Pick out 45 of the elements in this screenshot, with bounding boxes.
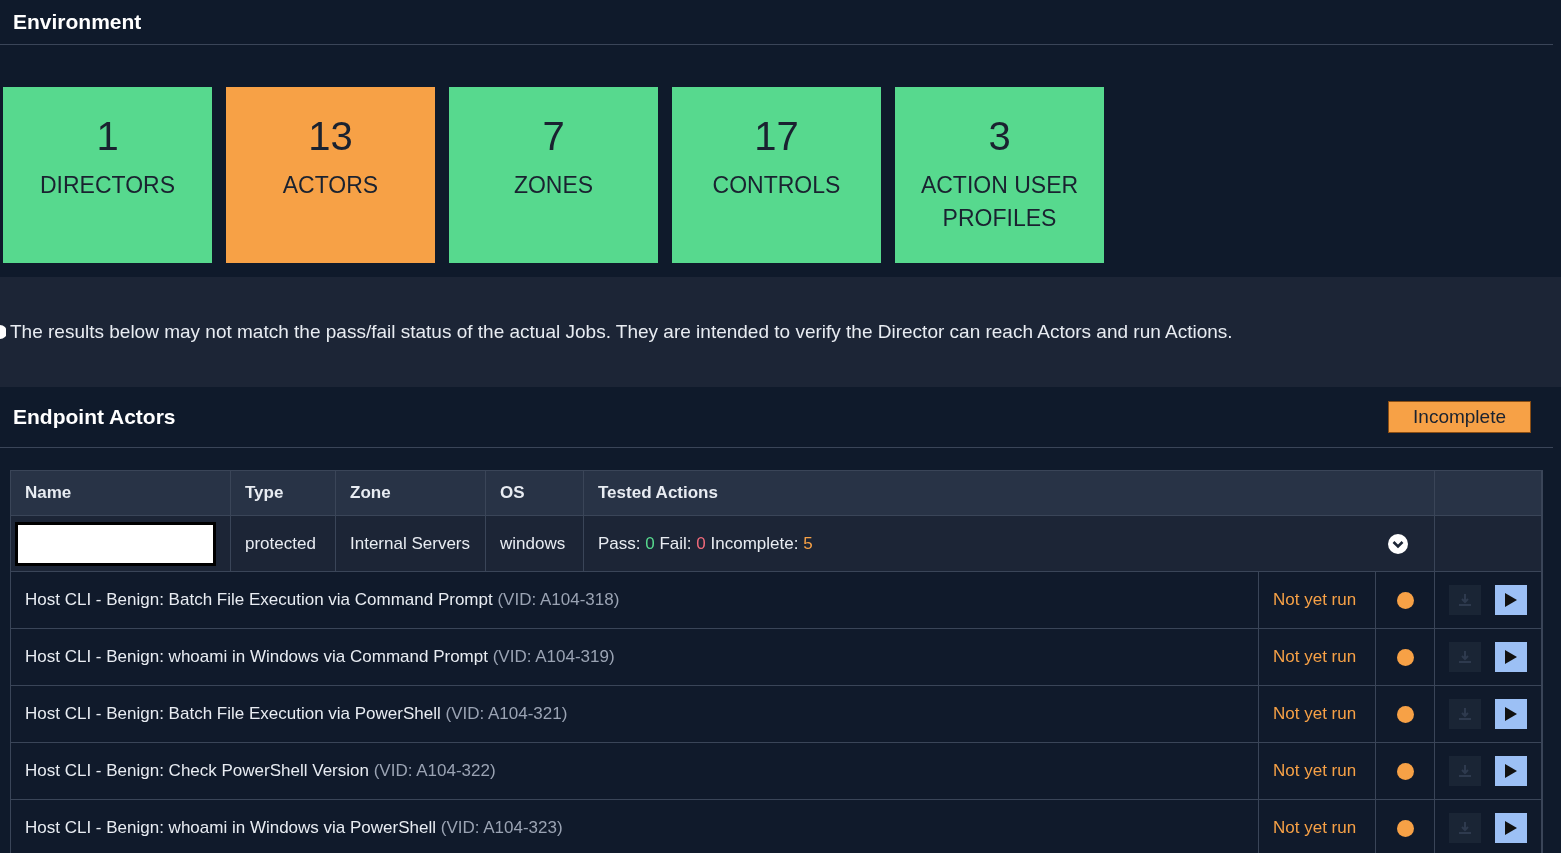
- play-icon: [1504, 820, 1518, 836]
- stat-tile[interactable]: 17 CONTROLS: [672, 87, 881, 263]
- play-button[interactable]: [1495, 756, 1527, 786]
- action-name: Host CLI - Benign: Check PowerShell Version (VID: A104-322): [25, 761, 496, 781]
- download-icon: [1458, 650, 1472, 664]
- status-text: Not yet run: [1273, 761, 1357, 781]
- download-icon: [1458, 821, 1472, 835]
- play-icon: [1504, 763, 1518, 779]
- section-title: Environment: [13, 10, 142, 34]
- info-icon: [0, 325, 6, 339]
- status-text: Not yet run: [1273, 647, 1357, 667]
- table-cell: Internal Servers: [350, 533, 470, 554]
- stat-tile[interactable]: 1 DIRECTORS: [3, 87, 212, 263]
- column-header: Type: [245, 483, 284, 503]
- chevron-down-icon[interactable]: [1388, 533, 1408, 554]
- play-button[interactable]: [1495, 642, 1527, 672]
- download-icon: [1458, 764, 1472, 778]
- play-button[interactable]: [1495, 585, 1527, 615]
- stat-tile[interactable]: 3 ACTION USER PROFILES: [895, 87, 1104, 263]
- notice-text: The results below may not match the pass/fail status of the actual Jobs. They are intended to verify the Director can reach Actors and run Actions.: [10, 321, 1233, 343]
- download-icon: [1458, 593, 1472, 607]
- section-title: Endpoint Actors: [13, 405, 176, 429]
- test-summary: Pass: 0 Fail: 0 Incomplete: 5: [598, 533, 813, 554]
- table-cell: protected: [245, 533, 316, 554]
- play-icon: [1504, 592, 1518, 608]
- column-header: OS: [500, 483, 525, 503]
- column-header: Zone: [350, 483, 391, 503]
- action-name: Host CLI - Benign: Batch File Execution via Command Prompt (VID: A104-318): [25, 590, 620, 610]
- action-name: Host CLI - Benign: whoami in Windows via PowerShell (VID: A104-323): [25, 818, 563, 838]
- stat-tile[interactable]: 13 ACTORS: [226, 87, 435, 263]
- status-badge: Incomplete: [1388, 401, 1531, 433]
- play-button[interactable]: [1495, 813, 1527, 843]
- action-name: Host CLI - Benign: Batch File Execution via PowerShell (VID: A104-321): [25, 704, 568, 724]
- action-name: Host CLI - Benign: whoami in Windows via Command Prompt (VID: A104-319): [25, 647, 615, 667]
- column-header: Tested Actions: [598, 483, 718, 503]
- play-icon: [1504, 706, 1518, 722]
- play-icon: [1504, 649, 1518, 665]
- download-icon: [1458, 707, 1472, 721]
- stat-tile[interactable]: 7 ZONES: [449, 87, 658, 263]
- play-button[interactable]: [1495, 699, 1527, 729]
- column-header: Name: [25, 483, 72, 503]
- status-text: Not yet run: [1273, 818, 1357, 838]
- table-cell: windows: [500, 533, 566, 554]
- status-text: Not yet run: [1273, 704, 1357, 724]
- status-text: Not yet run: [1273, 590, 1357, 610]
